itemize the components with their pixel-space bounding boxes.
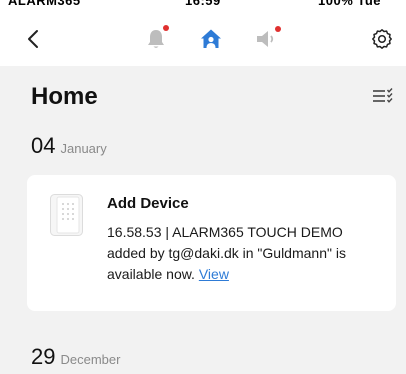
notifications-button[interactable] [141,24,171,54]
date-header: 29 December [31,344,120,370]
date-day: 29 [31,344,56,369]
keypad-device-icon [50,194,83,236]
event-card[interactable]: Add Device 16.58.53 | ALARM365 TOUCH DEM… [27,175,396,311]
event-description: 16.58.53 | ALARM365 TOUCH DEMO added by … [107,222,377,285]
status-right-text: 100% Tue [318,0,382,8]
bell-icon [146,25,169,50]
speaker-icon [255,26,281,49]
view-link[interactable]: View [199,266,229,282]
date-month: December [60,352,121,367]
device-thumbnail [50,194,83,236]
chevron-left-icon [27,29,39,49]
top-nav-bar [0,14,406,66]
sound-notification-dot [275,26,281,32]
status-clock: 16:59 [185,0,221,8]
sounds-button[interactable] [251,24,281,54]
date-month: January [60,141,107,156]
date-header: 04 January [31,133,107,159]
home-shield-icon [200,28,222,50]
event-title: Add Device [107,195,189,212]
status-bar: ALARM365 16:59 100% Tue [0,0,406,14]
back-button[interactable] [18,24,48,54]
gear-icon [371,28,393,50]
page-title: Home [31,83,98,110]
list-filter-icon [373,88,393,103]
date-day: 04 [31,133,56,158]
home-button[interactable] [196,24,226,54]
filter-list-button[interactable] [372,86,394,106]
status-left-text: ALARM365 [8,0,81,8]
settings-button[interactable] [367,24,397,54]
bell-notification-dot [163,25,169,31]
